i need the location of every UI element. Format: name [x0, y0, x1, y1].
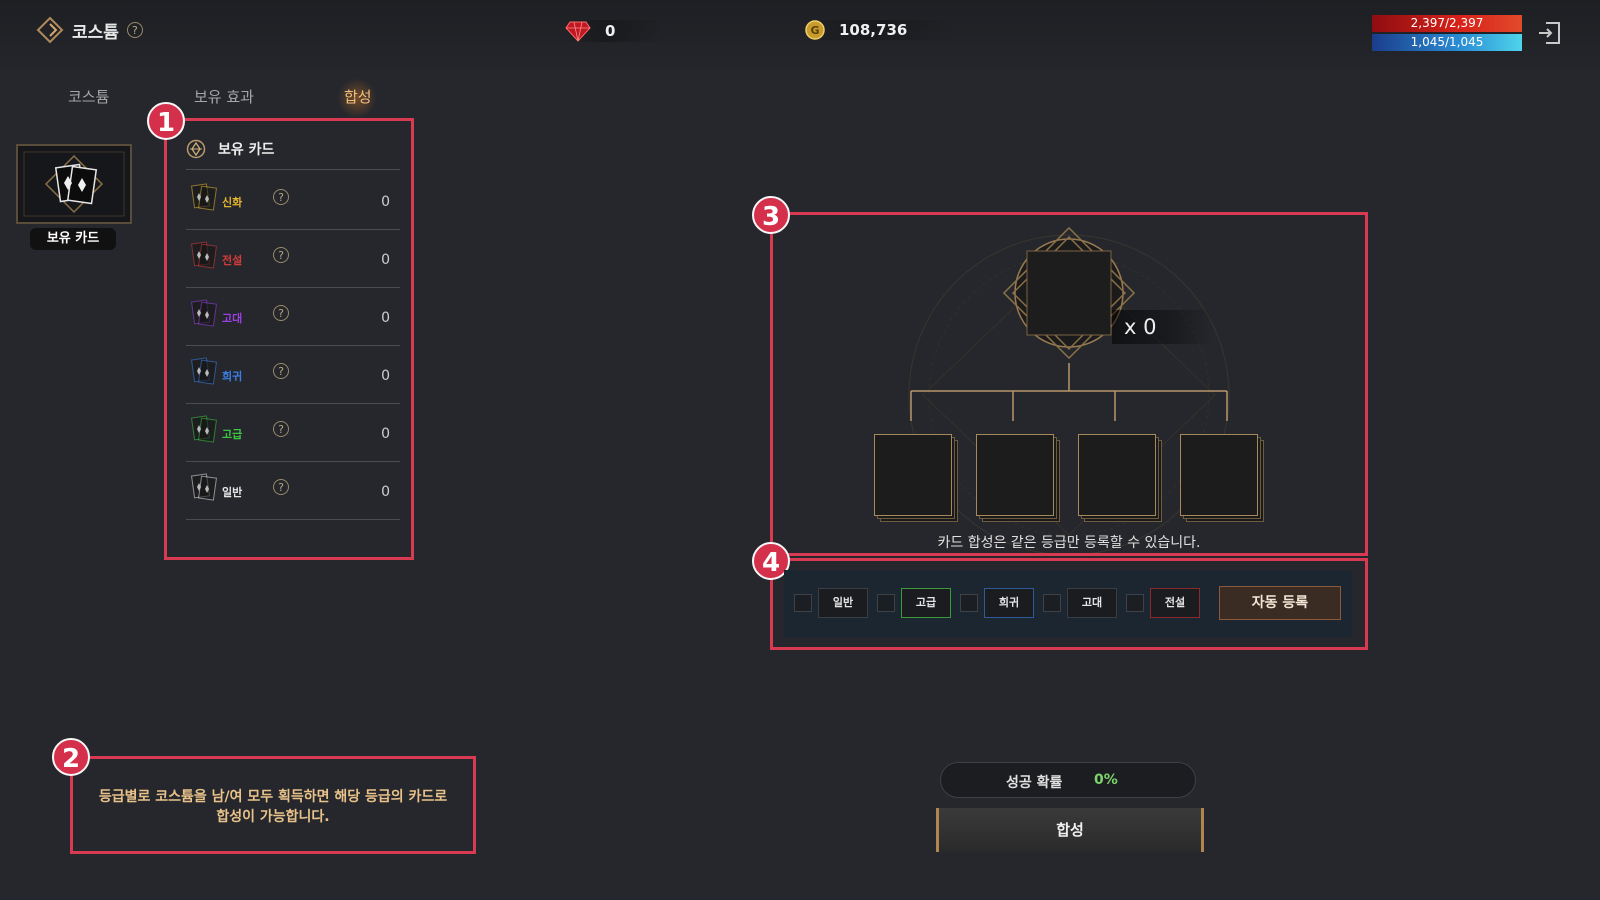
material-slot[interactable] [1078, 434, 1156, 516]
grade-count: 0 [381, 252, 390, 268]
grade-card-icon [190, 241, 218, 269]
page-title: 코스튬 [72, 22, 119, 43]
grade-filter-button[interactable]: 일반 [818, 588, 868, 618]
grade-filter-button[interactable]: 희귀 [984, 588, 1034, 618]
grade-count: 0 [381, 194, 390, 210]
grade-help-icon[interactable]: ? [273, 305, 289, 321]
grade-row: 신화? 0 [186, 172, 400, 228]
grade-filter-button[interactable]: 고대 [1067, 588, 1117, 618]
grade-filter-checkbox[interactable] [877, 594, 895, 612]
top-bar [0, 0, 1600, 70]
annotation-badge-1: 1 [147, 102, 185, 140]
grade-filter-checkbox[interactable] [1043, 594, 1061, 612]
owned-cards-header: 보유 카드 [186, 139, 274, 159]
notice-line-1: 등급별로 코스튬을 남/여 모두 획득하면 해당 등급의 카드로 [98, 789, 448, 805]
grade-count: 0 [381, 310, 390, 326]
synthesize-button[interactable]: 합성 [936, 808, 1204, 852]
grade-filter-checkbox[interactable] [960, 594, 978, 612]
grade-filter-checkbox[interactable] [1126, 594, 1144, 612]
grade-name: 신화 [222, 196, 243, 209]
grade-help-icon[interactable]: ? [273, 479, 289, 495]
material-slot[interactable] [1180, 434, 1258, 516]
auto-register-button[interactable]: 자동 등록 [1219, 586, 1341, 620]
grade-row: 일반? 0 [186, 462, 400, 518]
mp-bar: 1,045/1,045 [1372, 34, 1522, 51]
annotation-badge-2: 2 [52, 738, 90, 776]
grade-help-icon[interactable]: ? [273, 189, 289, 205]
owned-divider [186, 169, 400, 170]
material-slot[interactable] [976, 434, 1054, 516]
synthesis-diagram [908, 226, 1230, 553]
tab-costume[interactable]: 코스튬 [68, 86, 109, 107]
owned-card-thumbnail[interactable] [16, 144, 132, 224]
grade-help-icon[interactable]: ? [273, 247, 289, 263]
annotation-box-2: 등급별로 코스튬을 남/여 모두 획득하면 해당 등급의 카드로 합성이 가능합… [70, 756, 476, 854]
material-slot[interactable] [874, 434, 952, 516]
grade-filter-checkbox[interactable] [794, 594, 812, 612]
grade-card-icon [190, 357, 218, 385]
card-deck-icon [23, 151, 125, 217]
grade-card-icon [190, 299, 218, 327]
gold-coin-icon: G [805, 20, 825, 40]
hp-text: 2,397/2,397 [1410, 16, 1484, 30]
gold-currency: G 108,736 [805, 20, 958, 40]
grade-help-icon[interactable]: ? [273, 421, 289, 437]
page-title-group: 코스튬 ? [36, 16, 143, 44]
grade-count: 0 [381, 368, 390, 384]
success-rate-label: 성공 확률 [1006, 775, 1063, 791]
grade-card-icon [190, 415, 218, 443]
success-rate-value: 0% [1094, 772, 1118, 788]
hp-bar: 2,397/2,397 [1372, 15, 1522, 32]
result-multiplier: x 0 [1112, 310, 1214, 344]
svg-text:G: G [810, 24, 819, 37]
ruby-icon [565, 21, 591, 42]
grade-count: 0 [381, 484, 390, 500]
tab-synthesis[interactable]: 합성 [344, 86, 372, 107]
grade-card-icon [190, 183, 218, 211]
gem-currency: 0 [565, 20, 666, 42]
grade-row: 고대? 0 [186, 288, 400, 344]
mp-text: 1,045/1,045 [1410, 35, 1484, 49]
card-emblem-icon [186, 139, 206, 159]
grade-name: 전설 [222, 254, 243, 267]
owned-cards-title: 보유 카드 [218, 142, 275, 158]
title-help-icon[interactable]: ? [126, 22, 143, 38]
grade-divider [186, 519, 400, 520]
grade-help-icon[interactable]: ? [273, 363, 289, 379]
grade-filter-button[interactable]: 고급 [901, 588, 951, 618]
grade-row: 희귀? 0 [186, 346, 400, 402]
synthesis-caption: 카드 합성은 같은 등급만 등록할 수 있습니다. [937, 535, 1201, 551]
grade-filter-button[interactable]: 전설 [1150, 588, 1200, 618]
grade-name: 고급 [222, 428, 243, 441]
grade-row: 전설? 0 [186, 230, 400, 286]
tab-owned-effects[interactable]: 보유 효과 [194, 86, 254, 107]
grade-count: 0 [381, 426, 390, 442]
notice-line-2: 합성이 가능합니다. [216, 809, 330, 825]
exit-icon[interactable] [1536, 20, 1562, 46]
grade-row: 고급? 0 [186, 404, 400, 460]
gold-value: 108,736 [839, 21, 908, 39]
grade-card-icon [190, 473, 218, 501]
owned-card-label: 보유 카드 [30, 228, 116, 250]
costume-logo-icon [36, 16, 64, 44]
status-bars: 2,397/2,397 1,045/1,045 [1372, 15, 1522, 53]
grade-name: 희귀 [222, 370, 243, 383]
grade-name: 일반 [222, 486, 243, 499]
grade-name: 고대 [222, 312, 243, 325]
gem-value: 0 [605, 22, 616, 40]
success-rate-box [940, 762, 1196, 798]
